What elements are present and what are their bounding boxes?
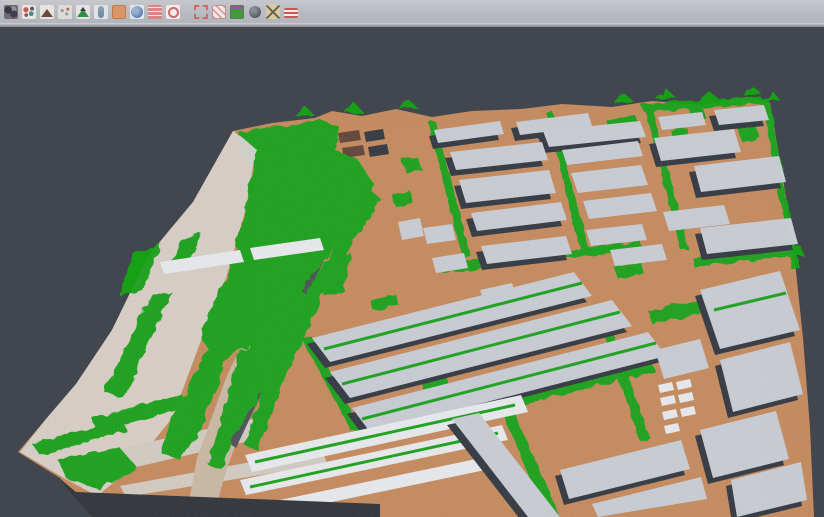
vegetation-patch — [398, 99, 418, 108]
red-ring-icon[interactable] — [166, 5, 180, 19]
colored-points-icon[interactable] — [22, 5, 36, 19]
vegetation-patch — [742, 86, 762, 95]
application-window: { "window": { "toolbar_bg": "#b7bac0", "… — [0, 0, 824, 517]
terrain-green-icon[interactable] — [76, 5, 90, 19]
classified-raster-icon[interactable] — [230, 5, 244, 19]
vegetation-patch — [295, 106, 315, 117]
checker-grid-icon[interactable] — [212, 5, 226, 19]
vegetation-patch — [656, 88, 676, 99]
terrain-brown-icon[interactable] — [40, 5, 54, 19]
orange-tile-icon[interactable] — [112, 5, 126, 19]
vegetation-patch — [344, 102, 364, 113]
striped-flag-icon[interactable] — [284, 8, 298, 18]
point-cluster-icon[interactable] — [4, 5, 18, 19]
profile-bar-icon[interactable] — [94, 5, 108, 19]
sparse-points-icon[interactable] — [58, 5, 72, 19]
dark-sphere-icon[interactable] — [248, 5, 262, 19]
viewport-3d[interactable] — [0, 27, 824, 517]
selection-frame-icon[interactable] — [194, 5, 208, 19]
vegetation-patch — [700, 92, 720, 101]
main-toolbar — [0, 0, 824, 23]
globe-icon[interactable] — [130, 5, 144, 19]
red-list-icon[interactable] — [148, 5, 162, 19]
scene-svg — [0, 27, 824, 517]
vegetation-patch — [614, 93, 634, 103]
survey-map-icon[interactable] — [266, 5, 280, 19]
